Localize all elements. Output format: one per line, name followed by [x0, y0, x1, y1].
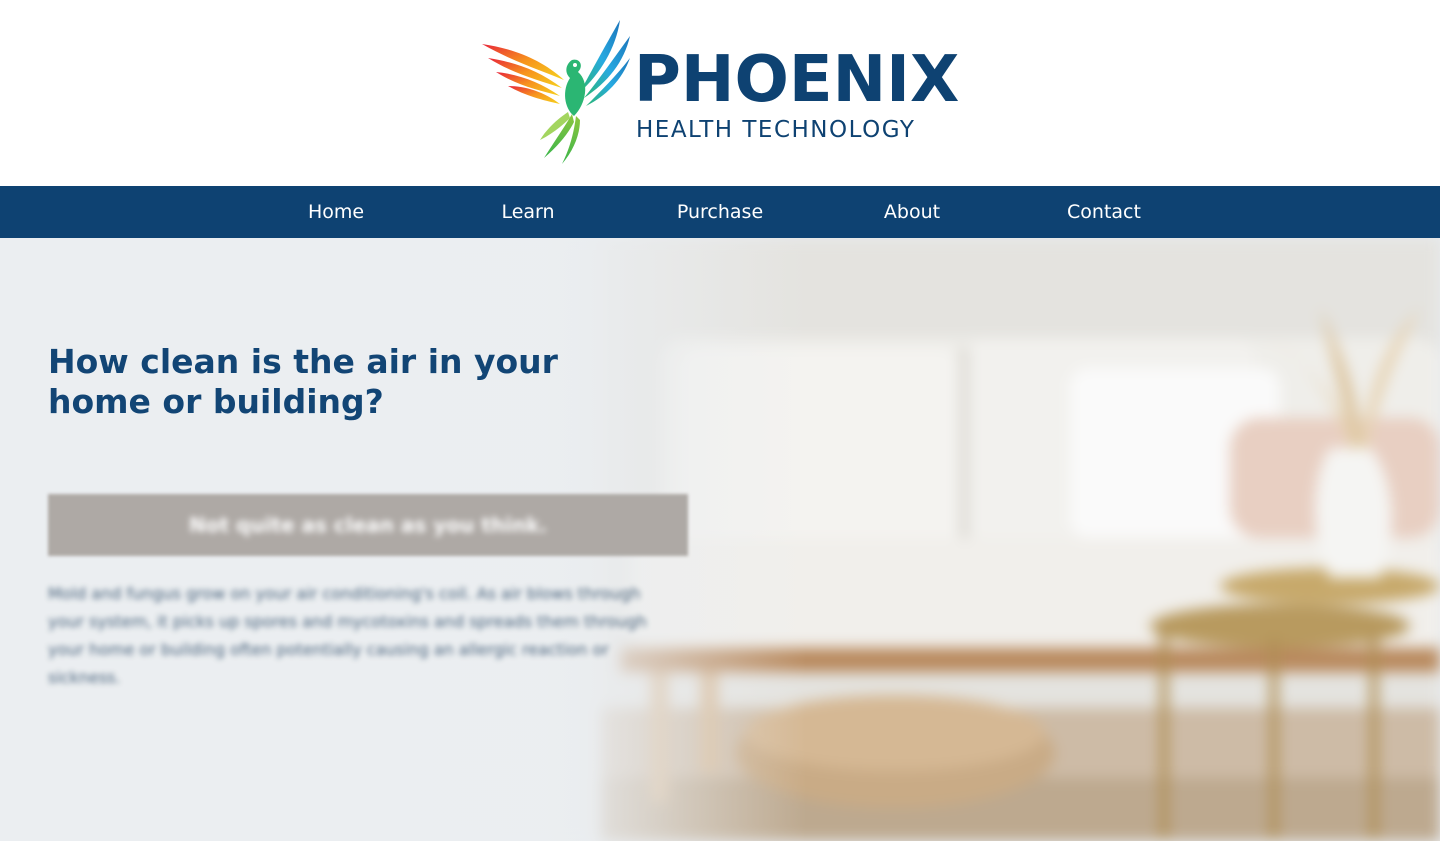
phoenix-bird-icon	[482, 20, 630, 164]
hero-heading: How clean is the air in your home or bui…	[48, 342, 558, 421]
nav-item-learn[interactable]: Learn	[432, 186, 624, 238]
main-nav: Home Learn Purchase About Contact	[0, 186, 1440, 238]
site-header: PHOENIX HEALTH TECHNOLOGY	[0, 0, 1440, 186]
brand-title: PHOENIX	[634, 43, 960, 117]
hero-callout-banner: Not quite as clean as you think.	[48, 494, 688, 556]
brand-subtitle: HEALTH TECHNOLOGY	[636, 117, 916, 143]
nav-item-about[interactable]: About	[816, 186, 1008, 238]
hero-body-text: Mold and fungus grow on your air conditi…	[48, 584, 647, 687]
nav-item-purchase[interactable]: Purchase	[624, 186, 816, 238]
logo[interactable]: PHOENIX HEALTH TECHNOLOGY	[480, 18, 970, 166]
nav-item-home[interactable]: Home	[240, 186, 432, 238]
hero-callout-text: Not quite as clean as you think.	[189, 513, 547, 537]
nav-item-contact[interactable]: Contact	[1008, 186, 1200, 238]
hero-section: How clean is the air in your home or bui…	[0, 238, 1440, 841]
